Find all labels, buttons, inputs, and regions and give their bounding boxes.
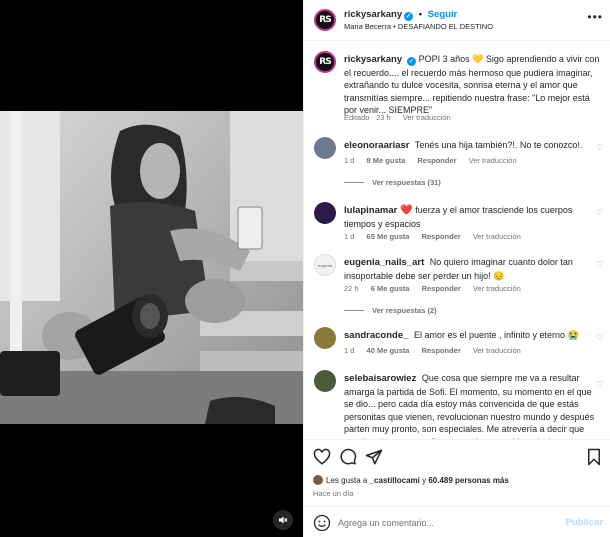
- comment-likes[interactable]: 65 Me gusta: [367, 232, 410, 241]
- post-panel: RS rickysarkany ✓ • Seguir Maria Becerra …: [303, 0, 610, 537]
- translate-link[interactable]: Ver traducción: [473, 346, 521, 355]
- like-comment-heart-icon[interactable]: ♡: [596, 143, 603, 152]
- comment-time: 1 d: [344, 156, 355, 165]
- reply-button[interactable]: Responder: [417, 156, 456, 165]
- liked-by-username[interactable]: _castillocami: [370, 476, 420, 485]
- commenter-avatar[interactable]: [314, 202, 336, 224]
- add-comment-bar: Publicar: [304, 506, 610, 537]
- comment-likes[interactable]: 8 Me gusta: [367, 156, 406, 165]
- author-username[interactable]: rickysarkany: [344, 9, 402, 20]
- view-replies-button[interactable]: Ver respuestas (2): [344, 306, 437, 315]
- post-media[interactable]: [0, 0, 303, 537]
- more-options-icon[interactable]: •••: [587, 10, 603, 24]
- reply-button[interactable]: Responder: [422, 232, 461, 241]
- commenter-avatar[interactable]: eugenia: [314, 254, 336, 276]
- comment-username[interactable]: selebaisarowiez: [344, 373, 416, 384]
- comment-body: sandraconde_ El amor es el puente , infi…: [344, 329, 600, 343]
- comment-body: lulapinamar ❤️ fuerza y el amor trasciend…: [344, 204, 600, 230]
- comment-time: 1 d: [344, 232, 355, 241]
- reply-button[interactable]: Responder: [422, 284, 461, 293]
- translate-link[interactable]: Ver traducción: [469, 156, 517, 165]
- comment-likes[interactable]: 6 Me gusta: [371, 284, 410, 293]
- commenter-avatar[interactable]: [314, 137, 336, 159]
- view-replies-label: Ver respuestas (31): [372, 178, 441, 187]
- author-avatar[interactable]: RS: [314, 9, 336, 31]
- likes-summary: Les gusta a _castillocami y 60.489 perso…: [313, 475, 509, 485]
- likes-middle: y: [422, 476, 427, 485]
- comment-body: eleonoraariasr Tenés una hija también?!.…: [344, 139, 600, 153]
- mute-button[interactable]: [273, 510, 293, 530]
- verified-badge-icon: ✓: [404, 12, 414, 21]
- caption-translate-link[interactable]: Ver traducción: [403, 113, 451, 122]
- comment-likes[interactable]: 40 Me gusta: [367, 346, 410, 355]
- replies-dash: [344, 310, 364, 311]
- post-time: Hace un día: [313, 489, 354, 498]
- verified-badge-icon: ✓: [407, 57, 417, 66]
- post-header: RS rickysarkany ✓ • Seguir Maria Becerra …: [304, 0, 610, 41]
- share-paper-plane-icon[interactable]: [365, 448, 383, 466]
- comment-body: selebaisarowiez Que cosa que siempre me …: [344, 372, 600, 439]
- comment-input[interactable]: [338, 514, 548, 532]
- view-replies-button[interactable]: Ver respuestas (31): [344, 178, 441, 187]
- save-bookmark-icon[interactable]: [585, 448, 603, 466]
- caption-body: rickysarkany ✓ POPI 3 años 💛 Sigo aprendi…: [344, 53, 600, 117]
- avatar-initials: RS: [319, 57, 331, 67]
- emoji-smiley-icon[interactable]: [313, 514, 331, 532]
- like-comment-heart-icon[interactable]: ♡: [596, 333, 603, 342]
- like-comment-heart-icon[interactable]: ♡: [596, 208, 603, 217]
- caption-edited: Editado · 23 h: [344, 113, 391, 122]
- translate-link[interactable]: Ver traducción: [473, 284, 521, 293]
- like-heart-icon[interactable]: [313, 448, 331, 466]
- audio-label[interactable]: Maria Becerra • DESAFIANDO EL DESTINO: [344, 22, 493, 31]
- comment-time: 22 h: [344, 284, 359, 293]
- commenter-avatar[interactable]: [314, 327, 336, 349]
- caption-author-avatar[interactable]: RS: [314, 51, 336, 73]
- like-comment-heart-icon[interactable]: ♡: [596, 380, 603, 389]
- replies-dash: [344, 182, 364, 183]
- comment-username[interactable]: eleonoraariasr: [344, 140, 409, 151]
- comment-body: eugenia_nails_art No quiero imaginar cua…: [344, 256, 600, 282]
- comment-username[interactable]: eugenia_nails_art: [344, 257, 424, 268]
- comment-heart-emoji: ❤️: [400, 205, 413, 216]
- avatar-initials: RS: [319, 15, 331, 25]
- comment-text: El amor es el puente , infinito y eterno…: [413, 330, 579, 340]
- comment-meta: 1 d 65 Me gusta Responder Ver traducción: [344, 232, 531, 241]
- photo-illustration: [0, 111, 303, 424]
- comment-bubble-icon[interactable]: [339, 448, 357, 466]
- post-footer: Les gusta a _castillocami y 60.489 perso…: [304, 439, 610, 537]
- commenter-avatar-text: eugenia: [317, 262, 333, 268]
- post-actions: [313, 448, 603, 468]
- dot-separator: •: [418, 9, 423, 20]
- likes-count[interactable]: 60.489 personas más: [428, 476, 509, 485]
- likes-prefix: Les gusta a: [326, 476, 368, 485]
- author-username-row: rickysarkany ✓ • Seguir: [344, 9, 457, 21]
- comment-time: 1 d: [344, 346, 355, 355]
- speaker-muted-icon: [279, 516, 288, 524]
- comment-meta: 1 d 8 Me gusta Responder Ver traducción: [344, 156, 527, 165]
- translate-link[interactable]: Ver traducción: [473, 232, 521, 241]
- comments-list[interactable]: RS rickysarkany ✓ POPI 3 años 💛 Sigo apre…: [304, 42, 610, 439]
- view-replies-label: Ver respuestas (2): [372, 306, 437, 315]
- reply-button[interactable]: Responder: [422, 346, 461, 355]
- like-comment-heart-icon[interactable]: ♡: [596, 260, 603, 269]
- caption-meta: Editado · 23 h Ver traducción: [344, 113, 461, 122]
- comment-meta: 22 h 6 Me gusta Responder Ver traducción: [344, 284, 531, 293]
- publish-button[interactable]: Publicar: [566, 517, 604, 528]
- commenter-avatar[interactable]: [314, 370, 336, 392]
- comment-meta: 1 d 40 Me gusta Responder Ver traducción: [344, 346, 531, 355]
- liker-avatar[interactable]: [313, 475, 323, 485]
- comment-username[interactable]: lulapinamar: [344, 205, 397, 216]
- comment-username[interactable]: sandraconde_: [344, 330, 408, 341]
- comment-text: Tenés una hija también?!. No te conozco!…: [414, 140, 583, 150]
- caption-username[interactable]: rickysarkany: [344, 54, 402, 65]
- follow-button[interactable]: Seguir: [428, 9, 458, 20]
- post-photo: [0, 111, 303, 424]
